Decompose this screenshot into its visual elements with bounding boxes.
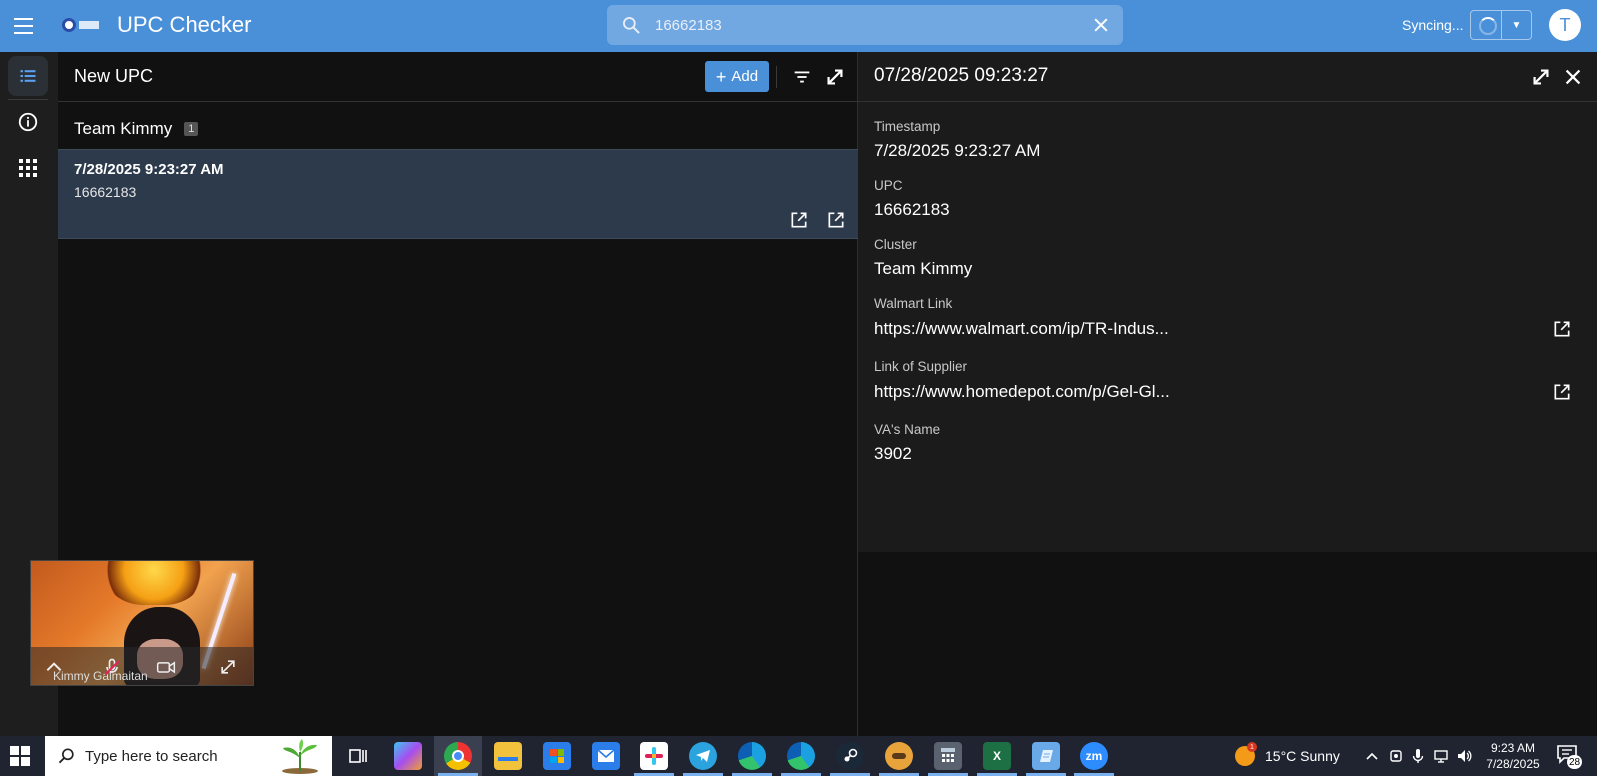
volume-icon[interactable] — [1456, 748, 1472, 764]
open-walmart-link-icon[interactable] — [789, 210, 809, 230]
field-value-cluster: Team Kimmy — [874, 259, 973, 278]
list-view-icon[interactable] — [8, 56, 48, 96]
fullscreen-icon[interactable] — [217, 657, 239, 677]
field-value-va-name: 3902 — [874, 444, 912, 463]
open-supplier-link-icon[interactable] — [826, 210, 846, 230]
list-title: New UPC — [74, 66, 154, 86]
sync-spinner-icon — [1471, 11, 1502, 39]
taskbar-clock[interactable]: 9:23 AM 7/28/2025 — [1484, 740, 1542, 772]
field-value-timestamp: 7/28/2025 9:23:27 AM — [874, 141, 1041, 160]
task-view-icon[interactable] — [344, 742, 372, 770]
field-label-timestamp: Timestamp — [874, 119, 941, 134]
detail-title: 07/28/2025 09:23:27 — [874, 65, 1049, 86]
app-title: UPC Checker — [117, 12, 252, 37]
plus-icon: + — [715, 66, 727, 87]
close-icon[interactable] — [1562, 66, 1584, 88]
list-item[interactable]: 7/28/2025 9:23:27 AM 16662183 — [58, 149, 858, 239]
edge-profile-1-icon[interactable] — [738, 742, 766, 770]
field-value-upc: 16662183 — [874, 200, 950, 219]
app-header: UPC Checker Syncing... ▼ T — [0, 0, 1597, 52]
excel-icon[interactable]: X — [983, 742, 1011, 770]
menu-icon[interactable] — [14, 14, 38, 38]
search-icon — [58, 748, 74, 764]
expand-icon[interactable] — [1530, 66, 1552, 88]
group-name: Team Kimmy — [74, 119, 173, 138]
group-count-badge: 1 — [184, 122, 199, 136]
search-input[interactable] — [655, 5, 1075, 45]
notification-count-badge: 28 — [1567, 755, 1583, 769]
plant-illustration-icon — [282, 739, 318, 774]
open-supplier-link-icon[interactable] — [1552, 382, 1572, 402]
taskbar-search-placeholder: Type here to search — [85, 748, 218, 765]
sync-control[interactable]: ▼ — [1470, 10, 1532, 40]
game-icon[interactable] — [885, 742, 913, 770]
rail-divider — [8, 99, 48, 100]
field-value-walmart-link[interactable]: https://www.walmart.com/ip/TR-Indus... — [874, 319, 1169, 339]
calculator-icon[interactable] — [934, 742, 962, 770]
expand-icon[interactable] — [824, 66, 846, 88]
field-label-va-name: VA's Name — [874, 422, 941, 437]
open-walmart-link-icon[interactable] — [1552, 319, 1572, 339]
video-background — [99, 561, 209, 605]
copilot-icon[interactable] — [394, 742, 422, 770]
add-button[interactable]: + Add — [705, 61, 769, 92]
field-label-cluster: Cluster — [874, 237, 917, 252]
camera-icon[interactable] — [155, 657, 177, 677]
chevron-down-icon[interactable]: ▼ — [1502, 11, 1531, 39]
record-timestamp: 7/28/2025 9:23:27 AM — [74, 161, 224, 178]
app-logo — [62, 17, 102, 33]
toolbar-divider — [776, 66, 777, 88]
detail-empty-area — [858, 552, 1597, 736]
clear-search-icon[interactable] — [1091, 15, 1111, 35]
windows-taskbar: Type here to search X zm 1 15°C Sunny 9:… — [0, 736, 1597, 776]
microphone-icon[interactable] — [1410, 748, 1426, 764]
weather-text[interactable]: 15°C Sunny — [1265, 748, 1340, 764]
windows-start-icon[interactable] — [10, 746, 30, 766]
info-icon[interactable] — [8, 102, 48, 142]
sync-status: Syncing... — [1402, 17, 1464, 33]
apps-grid-icon[interactable] — [8, 148, 48, 188]
video-call-overlay[interactable]: Kimmy Galmaitan — [30, 560, 254, 686]
field-label-supplier-link: Link of Supplier — [874, 359, 968, 374]
network-icon[interactable] — [1433, 748, 1449, 764]
detail-header: 07/28/2025 09:23:27 — [858, 52, 1597, 102]
notepad-icon[interactable] — [1032, 742, 1060, 770]
weather-badge: 1 — [1247, 742, 1257, 752]
mic-muted-icon[interactable] — [101, 657, 123, 677]
slack-icon[interactable] — [640, 742, 668, 770]
record-upc: 16662183 — [74, 184, 137, 200]
meet-now-icon[interactable] — [1388, 748, 1404, 764]
group-header[interactable]: Team Kimmy 1 — [74, 119, 199, 139]
detail-pane: 07/28/2025 09:23:27 Timestamp 7/28/2025 … — [858, 52, 1597, 552]
chrome-icon[interactable] — [444, 742, 472, 770]
list-header: New UPC + Add — [58, 52, 857, 102]
avatar[interactable]: T — [1549, 9, 1581, 41]
search-bar[interactable] — [607, 5, 1123, 45]
clock-date: 7/28/2025 — [1486, 757, 1540, 771]
file-explorer-icon[interactable] — [494, 742, 522, 770]
telegram-icon[interactable] — [689, 742, 717, 770]
microsoft-store-icon[interactable] — [543, 742, 571, 770]
mail-icon[interactable] — [592, 742, 620, 770]
field-label-upc: UPC — [874, 178, 903, 193]
add-button-label: Add — [731, 68, 759, 85]
filter-icon[interactable] — [791, 66, 813, 88]
clock-time: 9:23 AM — [1490, 741, 1536, 755]
edge-profile-2-icon[interactable] — [787, 742, 815, 770]
field-value-supplier-link[interactable]: https://www.homedepot.com/p/Gel-Gl... — [874, 382, 1170, 402]
taskbar-search[interactable]: Type here to search — [45, 736, 332, 776]
field-label-walmart-link: Walmart Link — [874, 296, 953, 311]
steam-icon[interactable] — [836, 742, 864, 770]
chevron-up-icon[interactable] — [43, 657, 65, 677]
zoom-icon[interactable]: zm — [1080, 742, 1108, 770]
search-icon — [623, 17, 640, 34]
notification-center-icon[interactable]: 28 — [1556, 744, 1583, 769]
chevron-up-icon[interactable] — [1364, 748, 1380, 764]
